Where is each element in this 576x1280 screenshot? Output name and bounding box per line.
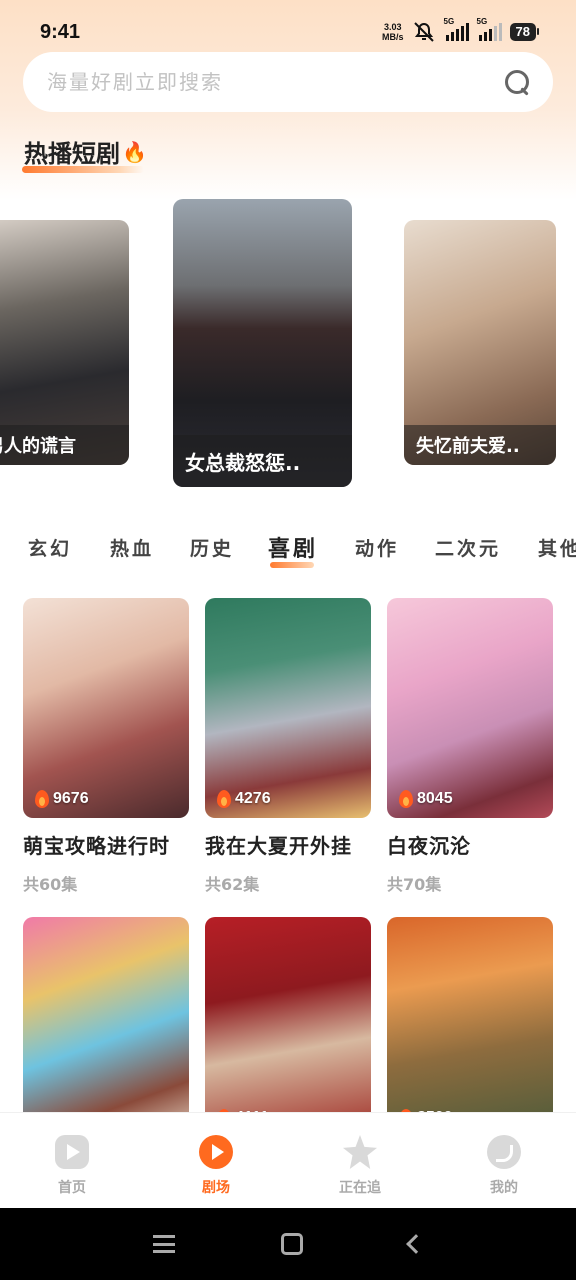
signal-icon-2: 5G — [477, 17, 502, 41]
search-bar[interactable] — [23, 52, 553, 112]
home-square-icon[interactable] — [281, 1233, 303, 1255]
status-time: 9:41 — [40, 20, 81, 43]
battery-icon: 78 — [509, 23, 540, 41]
home-icon[interactable] — [55, 1135, 89, 1169]
tab-category[interactable]: 二次元 — [435, 534, 501, 561]
hot-drama-card[interactable]: 女总裁怒惩.. — [173, 199, 352, 487]
hot-drama-card[interactable]: 男人的谎言 — [0, 220, 129, 465]
hot-drama-carousel[interactable]: 男人的谎言 女总裁怒惩.. 失忆前夫爱.. — [0, 195, 576, 495]
tab-category-active[interactable]: 喜剧 — [268, 531, 318, 563]
drama-thumbnail[interactable]: 8509 — [387, 917, 553, 1137]
nav-item-theater[interactable]: 剧场 — [144, 1113, 288, 1208]
view-count: 4276 — [217, 790, 271, 808]
tab-category[interactable]: 玄幻 — [28, 534, 72, 561]
episode-count: 共60集 — [23, 875, 78, 894]
hot-card-title: 女总裁怒惩.. — [173, 435, 352, 487]
fire-icon: 🔥 — [122, 139, 147, 164]
drama-title[interactable]: 白夜沉沦 — [387, 830, 553, 859]
system-navigation-bar — [0, 1208, 576, 1280]
nav-label: 我的 — [490, 1180, 518, 1196]
view-count: 8045 — [399, 790, 453, 808]
nav-item-home[interactable]: 首页 — [0, 1113, 144, 1208]
hot-drama-card[interactable]: 失忆前夫爱.. — [404, 220, 556, 465]
drama-poster — [387, 917, 553, 1137]
hot-card-title: 男人的谎言 — [0, 425, 129, 465]
drama-title[interactable]: 我在大夏开外挂 — [205, 830, 371, 859]
section-title-underline — [22, 166, 144, 173]
episode-count: 共62集 — [205, 875, 260, 894]
search-icon[interactable] — [503, 68, 531, 96]
nav-label: 剧场 — [202, 1180, 230, 1196]
recents-menu-icon[interactable] — [153, 1235, 175, 1253]
view-count: 9676 — [35, 790, 89, 808]
hot-section-title: 热播短剧 🔥 — [24, 139, 147, 169]
drama-title[interactable]: 萌宝攻略进行时 — [23, 830, 189, 859]
drama-thumbnail[interactable] — [23, 917, 189, 1137]
drama-card[interactable]: 9676 萌宝攻略进行时 共60集 — [23, 598, 189, 895]
signal-icon-1: 5G — [444, 17, 469, 41]
flame-icon — [399, 790, 413, 808]
tab-category[interactable]: 历史 — [190, 534, 234, 561]
nav-label: 正在追 — [339, 1180, 381, 1196]
status-icons: 3.03 MB/s 5G 5G 78 — [382, 17, 540, 43]
nav-item-following[interactable]: 正在追 — [288, 1113, 432, 1208]
theater-icon[interactable] — [199, 1135, 233, 1169]
nav-item-profile[interactable]: 我的 — [432, 1113, 576, 1208]
bottom-navigation: 首页 剧场 正在追 我的 — [0, 1112, 576, 1208]
drama-thumbnail[interactable]: 9676 — [23, 598, 189, 818]
drama-thumbnail[interactable]: 4276 — [205, 598, 371, 818]
tab-category[interactable]: 其他 — [538, 534, 576, 561]
episode-count: 共70集 — [387, 875, 442, 894]
following-icon[interactable] — [343, 1135, 377, 1169]
drama-card[interactable] — [23, 917, 189, 1137]
tab-category[interactable]: 热血 — [110, 534, 154, 561]
tab-category[interactable]: 动作 — [355, 534, 399, 561]
flame-icon — [217, 790, 231, 808]
drama-card[interactable]: 8045 白夜沉沦 共70集 — [387, 598, 553, 895]
drama-card[interactable]: 4111 — [205, 917, 371, 1137]
drama-poster — [205, 598, 371, 818]
network-speed: 3.03 MB/s — [382, 22, 404, 42]
drama-thumbnail[interactable]: 8045 — [387, 598, 553, 818]
profile-icon[interactable] — [487, 1135, 521, 1169]
drama-card[interactable]: 8509 — [387, 917, 553, 1137]
drama-poster — [23, 598, 189, 818]
drama-poster — [387, 598, 553, 818]
back-icon[interactable] — [406, 1234, 426, 1254]
drama-card[interactable]: 4276 我在大夏开外挂 共62集 — [205, 598, 371, 895]
search-input[interactable] — [47, 70, 467, 94]
active-tab-underline — [270, 562, 314, 568]
hot-card-title: 失忆前夫爱.. — [404, 425, 556, 465]
nav-label: 首页 — [58, 1180, 86, 1196]
drama-poster — [23, 917, 189, 1137]
flame-icon — [35, 790, 49, 808]
drama-poster — [205, 917, 371, 1137]
mute-icon — [413, 22, 434, 42]
drama-thumbnail[interactable]: 4111 — [205, 917, 371, 1137]
